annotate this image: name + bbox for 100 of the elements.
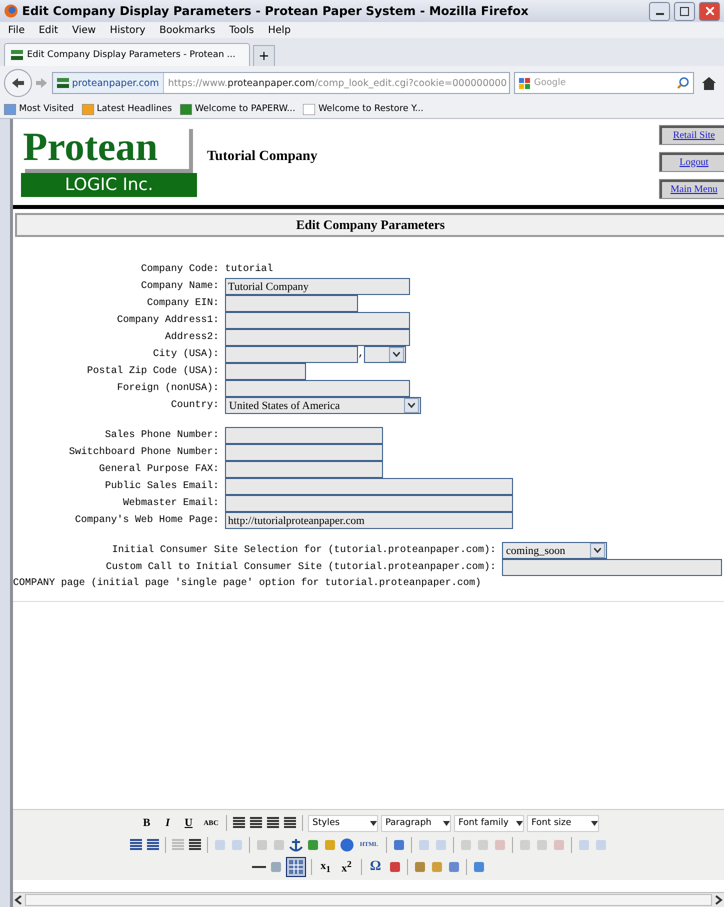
toolbar-dropdown[interactable]: Font size (527, 814, 600, 832)
bookmark-icon (180, 104, 192, 114)
text-field[interactable] (502, 559, 722, 576)
align-left-icon[interactable] (232, 817, 246, 829)
text-field[interactable] (225, 380, 410, 397)
nav-link[interactable]: Retail Site (659, 125, 724, 145)
home-icon (702, 76, 716, 90)
nav-link[interactable]: Logout (659, 152, 724, 172)
script-button[interactable]: x$_{1}$ (316, 857, 334, 877)
panel-title: Edit Company Parameters (15, 213, 724, 237)
special-char-button[interactable]: Ω (366, 857, 384, 877)
field-label: Country: (170, 400, 220, 411)
bookmark-item[interactable]: Welcome to PAPERW... (180, 104, 296, 114)
text-field[interactable] (225, 329, 410, 346)
text-field[interactable] (225, 312, 410, 329)
bookmark-item[interactable]: Welcome to Restore Y... (303, 104, 424, 114)
dropdown[interactable] (364, 346, 406, 363)
format-button[interactable]: I (158, 813, 177, 833)
field-label: City (USA): (152, 349, 220, 360)
close-icon (706, 7, 714, 15)
field-label: Postal Zip Code (USA): (86, 366, 220, 377)
align-right-icon[interactable] (266, 817, 280, 829)
field-label: Company Code: (140, 264, 220, 275)
menu-item[interactable]: Tools (229, 24, 254, 36)
text-field[interactable] (225, 495, 513, 512)
field-label: Company Address1: (116, 315, 220, 326)
align-center-icon[interactable] (249, 817, 264, 829)
field-label: Public Sales Email: (104, 481, 220, 492)
text-field[interactable]: http://tutorialproteanpaper.com (225, 512, 513, 529)
format-button[interactable]: U (180, 813, 198, 833)
bookmark-item[interactable]: Latest Headlines (82, 104, 172, 114)
text-field[interactable] (225, 478, 513, 495)
close-button[interactable] (699, 2, 720, 20)
text-field[interactable] (225, 346, 358, 363)
maximize-icon (680, 6, 689, 16)
field-label: Webmaster Email: (122, 498, 220, 509)
text-field[interactable] (225, 363, 306, 380)
menu-item[interactable]: Bookmarks (159, 24, 216, 36)
company-name: Tutorial Company (207, 149, 318, 165)
nav-link[interactable]: Main Menu (659, 179, 724, 199)
menu-item[interactable]: View (72, 24, 96, 36)
menu-item[interactable]: Edit (38, 24, 58, 36)
firefox-icon (4, 4, 18, 18)
format-button[interactable]: B (138, 813, 156, 833)
chevron-icon (393, 352, 400, 357)
site-icon (57, 78, 69, 88)
field-label: Company's Web Home Page: (74, 515, 220, 526)
text-field[interactable] (225, 444, 383, 461)
new-tab-button[interactable]: + (253, 45, 275, 66)
bookmark-icon (303, 104, 316, 114)
caret-icon (516, 820, 524, 826)
justify-icon[interactable] (283, 817, 298, 829)
browser-tab[interactable]: Edit Company Display Parameters - Protean ... (4, 43, 250, 66)
field-label: Foreign (nonUSA): (116, 383, 220, 394)
numbered-list-icon[interactable] (146, 839, 160, 851)
text-field[interactable] (225, 461, 383, 478)
table-icon (288, 860, 302, 874)
bookmark-icon (4, 104, 16, 114)
dropdown[interactable]: coming_soon (502, 542, 607, 559)
table-button[interactable] (286, 857, 306, 877)
chevron-icon (408, 403, 415, 408)
field-label: Company EIN: (146, 298, 220, 309)
site-icon (11, 50, 23, 60)
text-field[interactable]: Tutorial Company (225, 278, 410, 295)
field-label: Company Name: (140, 281, 220, 292)
chevron-icon (594, 548, 601, 553)
search-icon[interactable] (677, 77, 689, 89)
toolbar-dropdown[interactable]: Paragraph (381, 814, 452, 832)
field-label: Initial Consumer Site Selection for (tutorial.proteanpaper.com): (110, 545, 497, 556)
caret-icon (591, 820, 598, 826)
text-field[interactable] (225, 295, 358, 312)
text-field[interactable] (225, 427, 383, 444)
caret-icon (370, 820, 378, 826)
dropdown[interactable]: United States of America (225, 397, 421, 414)
note-text: COMPANY page (initial page 'single page' option for tutorial.proteanpaper.com) (13, 578, 482, 589)
field-label: Custom Call to Initial Consumer Site (tutorial.proteanpaper.com): (104, 562, 497, 573)
horizontal-rule-icon[interactable] (252, 865, 266, 869)
anchor-icon[interactable] (288, 838, 303, 852)
window-title: Edit Company Display Parameters - Protean Paper System - Mozilla Firefox (22, 4, 530, 18)
menu-item[interactable]: File (8, 24, 25, 36)
caret-icon (443, 820, 450, 826)
maximize-button[interactable] (674, 2, 695, 20)
bookmark-item[interactable]: Most Visited (4, 104, 74, 114)
field-label: Address2: (164, 332, 220, 343)
horizontal-scrollbar[interactable] (13, 892, 724, 907)
menu-item[interactable]: History (110, 24, 146, 36)
minimize-button[interactable] (649, 2, 670, 20)
back-button[interactable] (4, 69, 32, 97)
script-button[interactable]: x$^{2}$ (338, 857, 356, 877)
field-value: tutorial (225, 264, 274, 275)
field-label: Switchboard Phone Number: (68, 447, 220, 458)
address-field[interactable]: proteanpaper.com https://www.proteanpaper.com/comp_look_edit.cgi?cookie=000000000 (52, 72, 510, 94)
bookmark-icon (82, 104, 94, 114)
bullet-list-icon[interactable] (128, 839, 143, 851)
toolbar-dropdown[interactable]: Font family (454, 814, 524, 832)
separator: , (358, 349, 364, 360)
toolbar-dropdown[interactable]: Styles (308, 814, 378, 832)
menu-item[interactable]: Help (268, 24, 291, 36)
indent-icon[interactable] (188, 839, 202, 851)
back-arrow-icon (11, 77, 25, 89)
